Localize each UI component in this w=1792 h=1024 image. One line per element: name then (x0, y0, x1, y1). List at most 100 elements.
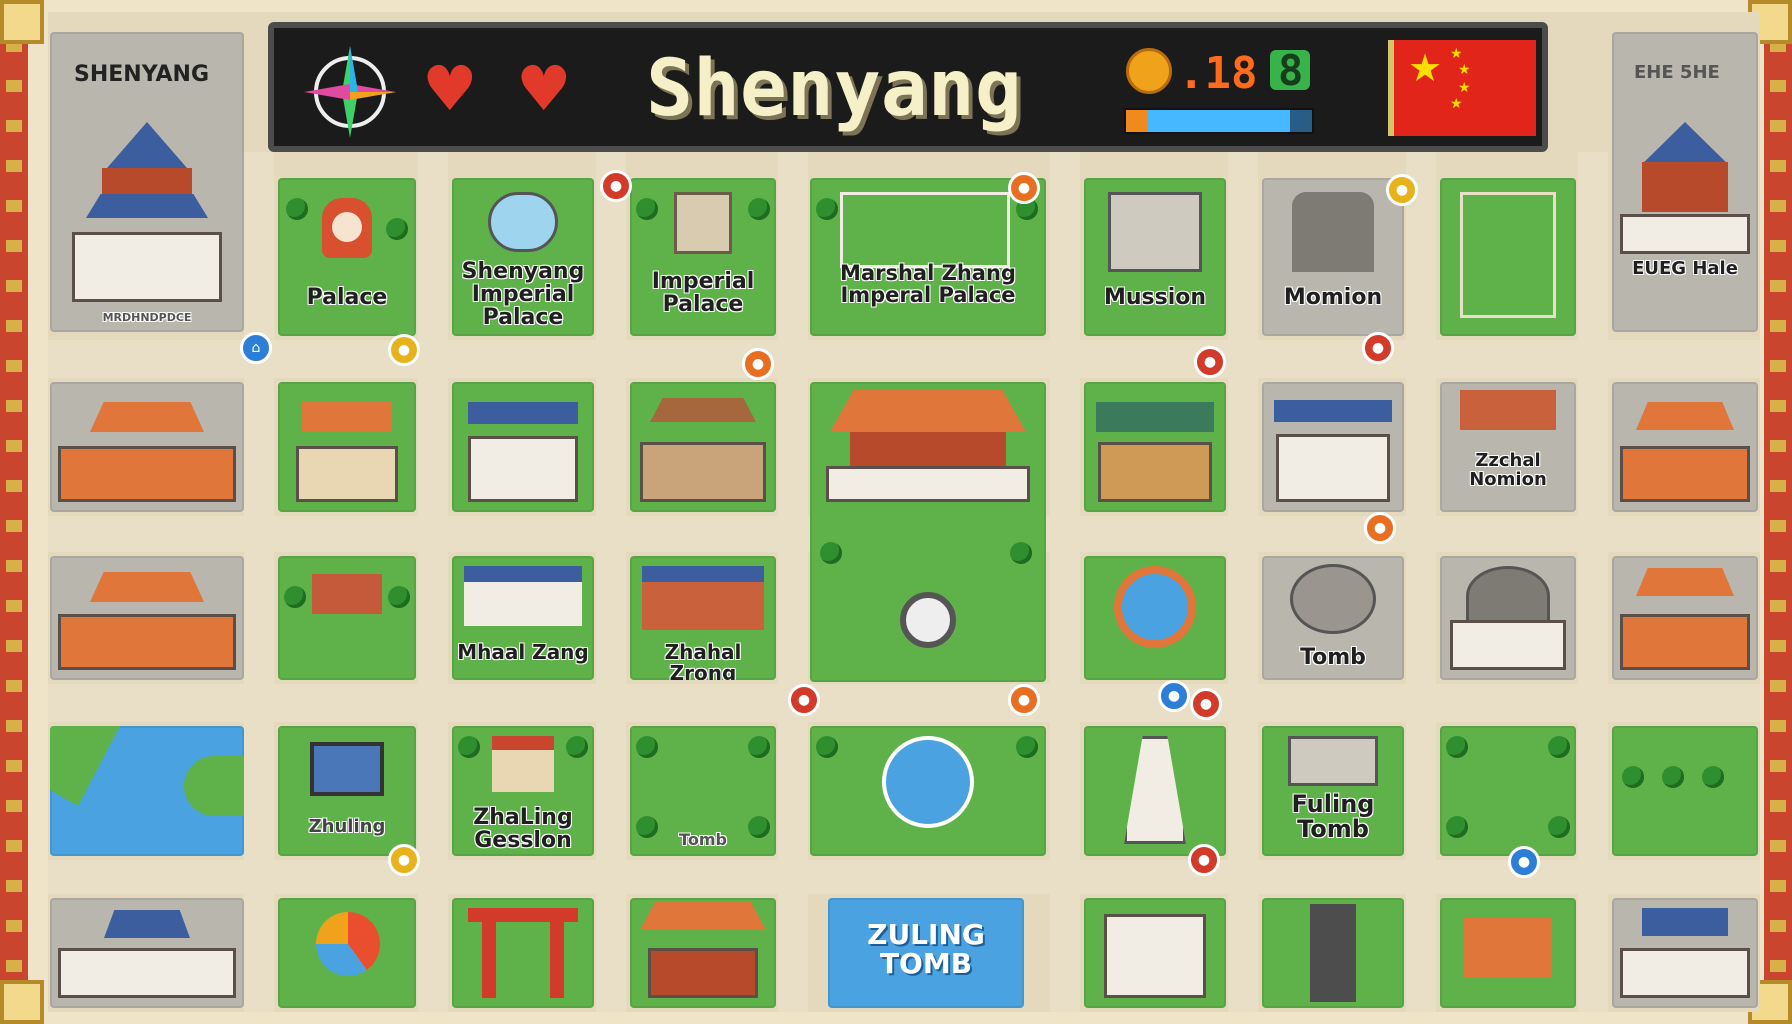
map-tile-palace-west[interactable]: SHENYANG MRDHNDPDCE (50, 32, 244, 332)
globe-icon (316, 912, 380, 976)
map-tile-zuling-tomb[interactable]: ZULING TOMB (828, 898, 1024, 1008)
map-tile-imperial-palace[interactable]: Imperial Palace (630, 178, 776, 336)
map-corner-label: EHE 5HE (1634, 62, 1720, 83)
map-tile-forbidden-city[interactable] (810, 382, 1046, 682)
map-tile-globe[interactable] (278, 898, 416, 1008)
map-tile-gatehouse[interactable] (1612, 898, 1758, 1008)
map-tile-plaza[interactable]: Tomb (630, 726, 776, 856)
corner-ornament (0, 0, 44, 44)
map-tile-palace[interactable]: Palace (278, 178, 416, 336)
map-tile-tomb[interactable]: Tomb (1262, 556, 1404, 680)
map-tile-bank[interactable] (1262, 382, 1404, 512)
map-tile-mussion[interactable]: Mussion (1084, 178, 1226, 336)
map-tile-house[interactable] (1440, 898, 1576, 1008)
map-tile-zhahal-zrong[interactable]: Zhahal Zrong (630, 556, 776, 680)
top-hud: ♥ ♥ Shenyang .18 8 ★ ★ ★ ★ ★ (268, 22, 1548, 152)
left-ornamental-border (0, 0, 28, 1024)
map-pin-icon[interactable]: ● (1194, 346, 1226, 378)
map-tile-fountain[interactable] (810, 726, 1046, 856)
map-tile-arena[interactable] (1440, 556, 1576, 680)
map-pin-icon[interactable]: ● (788, 684, 820, 716)
map-tile-mhaal-zang[interactable]: Mhaal Zang (452, 556, 594, 680)
map-tile-garden[interactable] (1440, 178, 1576, 336)
map-pin-icon[interactable]: ● (388, 844, 420, 876)
portal-icon[interactable] (1114, 566, 1196, 648)
location-label: Tomb (1300, 645, 1366, 670)
map-tile-fuling-tomb[interactable]: Fuling Tomb (1262, 726, 1404, 856)
map-tile-portal[interactable] (1084, 556, 1226, 680)
map-pin-icon[interactable]: ● (388, 334, 420, 366)
map-pin-icon[interactable]: ● (1008, 172, 1040, 204)
location-label: Zhuling (308, 816, 386, 837)
location-label: Zhahal Zrong (664, 640, 742, 681)
map-tile-zhaling[interactable]: ZhaLing Gesslon (452, 726, 594, 856)
location-label: ZULING TOMB (867, 918, 985, 981)
map-tile-river[interactable] (50, 726, 244, 856)
map-tile-fortress[interactable] (50, 556, 244, 680)
map-tile-hall[interactable] (452, 382, 594, 512)
city-map[interactable]: SHENYANG MRDHNDPDCE Palace Zhuling Sheny… (48, 12, 1760, 1012)
map-tile-grove[interactable] (1612, 726, 1758, 856)
game-screen: SHENYANG MRDHNDPDCE Palace Zhuling Sheny… (0, 0, 1792, 1024)
location-label: Fuling Tomb (1291, 790, 1375, 844)
progress-bar-fill (1126, 110, 1290, 132)
map-pin-icon[interactable]: ● (600, 170, 632, 202)
map-tile-momion[interactable]: Momion (1262, 178, 1404, 336)
location-label: Marshal Zhang Imperal Palace (840, 261, 1016, 308)
map-tile-shenyang-imperial[interactable]: Shenyang Imperial Palace (452, 178, 594, 336)
road (1578, 152, 1608, 1012)
map-tile-pavilion[interactable] (630, 898, 776, 1008)
corner-ornament (0, 980, 44, 1024)
map-tile-fortress[interactable] (1612, 382, 1758, 512)
map-tile-hall[interactable] (1084, 898, 1226, 1008)
map-tile-gatehouse[interactable] (50, 898, 244, 1008)
map-tile-marshal-zhang[interactable]: Marshal Zhang Imperal Palace (810, 178, 1046, 336)
road (48, 860, 1760, 894)
crosshair-icon[interactable] (900, 592, 956, 648)
location-label: Momion (1283, 285, 1383, 310)
map-tile-hall[interactable] (278, 556, 416, 680)
road (1406, 152, 1436, 1012)
china-flag-icon[interactable]: ★ ★ ★ ★ ★ (1388, 40, 1536, 136)
map-pin-icon[interactable]: ● (1008, 684, 1040, 716)
gem-count: 8 (1278, 46, 1304, 95)
road (244, 152, 274, 1012)
map-tile-pagoda[interactable] (1084, 726, 1226, 856)
compass-icon[interactable] (300, 42, 400, 142)
target-icon[interactable] (882, 736, 974, 828)
map-pin-icon[interactable]: ● (1188, 844, 1220, 876)
map-tile-courtyard[interactable] (630, 382, 776, 512)
map-tile-palace-east[interactable]: EHE 5HE EUEG Hale (1612, 32, 1758, 332)
map-tile-zhuling[interactable]: Zhuling (278, 726, 416, 856)
pagoda-building (72, 122, 222, 302)
map-pin-icon[interactable]: ⌂ (240, 332, 272, 364)
map-pin-icon[interactable]: ● (1362, 332, 1394, 364)
map-tile-torii[interactable] (452, 898, 594, 1008)
map-pin-icon[interactable]: ● (1508, 846, 1540, 878)
map-tile-consulate[interactable] (1084, 382, 1226, 512)
map-tile-tower[interactable] (1262, 898, 1404, 1008)
location-label: ZhaLing Gesslon (473, 805, 573, 854)
map-tile-gate[interactable] (278, 382, 416, 512)
tile-sublabel: MRDHNDPDCE (102, 311, 192, 325)
map-tile-fortress[interactable] (50, 382, 244, 512)
map-tile-fortress[interactable] (1612, 556, 1758, 680)
location-label: Mussion (1103, 285, 1207, 310)
progress-bar (1124, 108, 1314, 134)
map-pin-icon[interactable]: ● (1158, 680, 1190, 712)
map-pin-icon[interactable]: ● (1190, 688, 1222, 720)
road (48, 340, 1760, 378)
road (1050, 152, 1080, 1012)
map-tile-park[interactable] (1440, 726, 1576, 856)
map-pin-icon[interactable]: ● (1386, 174, 1418, 206)
heart-icon: ♥ (422, 52, 478, 125)
ghost-icon (488, 192, 558, 252)
location-label: Shenyang Imperial Palace (461, 259, 585, 331)
location-label: Imperial Palace (651, 269, 755, 318)
map-pin-icon[interactable]: ● (1364, 512, 1396, 544)
map-tile-zzchal[interactable]: Zzchal Nomion (1440, 382, 1576, 512)
road (418, 152, 448, 1012)
game-title: Shenyang (646, 44, 1022, 134)
coin-icon (1126, 48, 1172, 94)
map-pin-icon[interactable]: ● (742, 348, 774, 380)
